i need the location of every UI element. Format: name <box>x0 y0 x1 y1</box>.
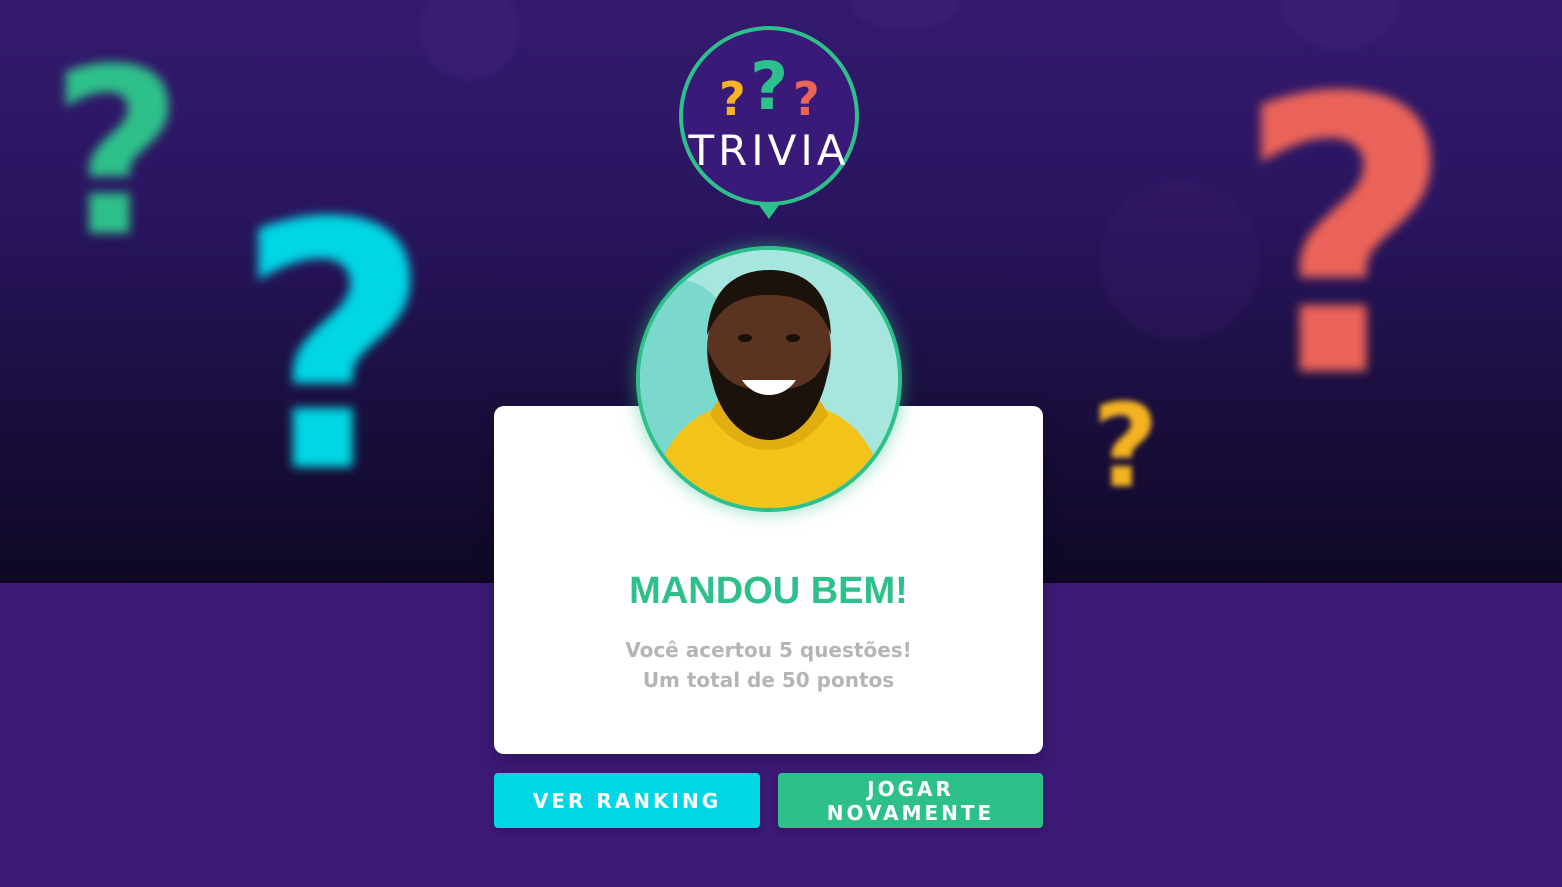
result-correct-answers: Você acertou 5 questões! <box>625 638 912 662</box>
view-ranking-button[interactable]: VER RANKING <box>494 773 760 828</box>
play-again-button[interactable]: JOGAR NOVAMENTE <box>778 773 1043 828</box>
question-mark-icon: ? <box>1235 18 1456 461</box>
avatar-image <box>640 250 898 508</box>
question-mark-icon: ? <box>50 21 184 288</box>
question-mark-icon: ? <box>1092 380 1159 514</box>
trivia-logo: ? ? ? TRIVIA <box>679 26 859 206</box>
logo-text: TRIVIA <box>688 126 850 175</box>
avatar <box>636 246 902 512</box>
question-mark-icon: ? <box>235 152 433 548</box>
question-mark-icon: ? <box>719 72 746 126</box>
background-blob <box>850 0 960 30</box>
question-mark-icon: ? <box>750 48 789 125</box>
question-mark-icon: ? <box>793 72 820 126</box>
result-title: MANDOU BEM! <box>629 570 908 612</box>
background-blob <box>420 0 520 80</box>
logo-pointer <box>759 205 779 219</box>
result-total-points: Um total de 50 pontos <box>642 668 895 692</box>
